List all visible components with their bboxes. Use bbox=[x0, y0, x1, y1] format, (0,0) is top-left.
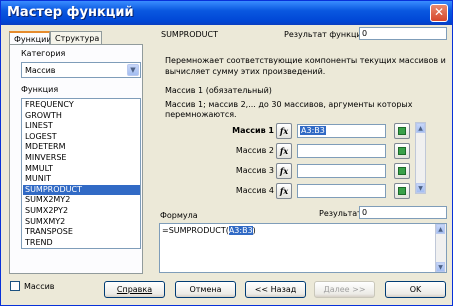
function-label: Функция bbox=[21, 85, 59, 94]
list-item[interactable]: LOGEST bbox=[23, 132, 140, 143]
arguments-scrollbar[interactable]: ▲ ▼ bbox=[415, 122, 426, 194]
list-item[interactable]: TRANSPOSE bbox=[23, 227, 140, 238]
result-label: Результат функции bbox=[284, 30, 367, 39]
list-item[interactable]: FREQUENCY bbox=[23, 100, 140, 111]
formula-text: =SUMPRODUCT(A3:B3) bbox=[162, 226, 256, 235]
list-item[interactable]: MMULT bbox=[23, 164, 140, 175]
result-value: 0 bbox=[362, 29, 368, 38]
shrink-icon[interactable] bbox=[394, 123, 410, 139]
description-line-1: Перемножает соответствующие компоненты т… bbox=[165, 56, 446, 65]
argument-desc-line-1: Массив 1; массив 2,... до 30 массивов, а… bbox=[165, 100, 413, 109]
scroll-down-icon[interactable]: ▼ bbox=[436, 262, 445, 272]
result2-label: Результат bbox=[319, 209, 362, 218]
back-button[interactable]: << Назад bbox=[245, 281, 306, 298]
formula-scrollbar[interactable]: ▲ ▼ bbox=[435, 224, 446, 272]
arg-label-3: Массив 3 bbox=[235, 166, 274, 175]
list-item[interactable]: SUMXMY2 bbox=[23, 217, 140, 228]
list-item[interactable]: LINEST bbox=[23, 121, 140, 132]
help-label: Справка bbox=[116, 285, 153, 294]
cancel-button[interactable]: Отмена bbox=[175, 281, 236, 298]
fx-icon[interactable]: fx bbox=[276, 123, 292, 139]
tab-structure[interactable]: Структура bbox=[50, 31, 102, 45]
arg-value-1: A3:B3 bbox=[300, 126, 326, 135]
list-item[interactable]: MUNIT bbox=[23, 174, 140, 185]
description-line-2: вычисляет сумму этих произведений. bbox=[165, 67, 326, 76]
arg-input-3[interactable] bbox=[297, 164, 386, 178]
title-bar[interactable]: Мастер функций ✕ bbox=[1, 1, 452, 25]
argument-title: Массив 1 (обязательный) bbox=[165, 86, 272, 95]
formula-arg: A3:B3 bbox=[228, 226, 253, 235]
list-item[interactable]: TREND bbox=[23, 238, 140, 248]
arg-input-4[interactable] bbox=[297, 184, 386, 198]
formula-editor[interactable]: =SUMPRODUCT(A3:B3) ▲ ▼ bbox=[159, 223, 447, 273]
function-wizard-dialog: Мастер функций ✕ Функции Структура Катег… bbox=[0, 0, 453, 306]
help-button[interactable]: Справка bbox=[104, 281, 165, 298]
fx-icon[interactable]: fx bbox=[276, 183, 292, 199]
shrink-icon[interactable] bbox=[394, 163, 410, 179]
close-icon[interactable]: ✕ bbox=[430, 4, 448, 22]
arg-input-2[interactable] bbox=[297, 144, 386, 158]
arg-label-4: Массив 4 bbox=[235, 186, 274, 195]
shrink-icon[interactable] bbox=[394, 183, 410, 199]
array-checkbox[interactable] bbox=[10, 281, 20, 291]
list-item[interactable]: SUMX2MY2 bbox=[23, 195, 140, 206]
category-select[interactable]: Массив ▼ bbox=[21, 62, 141, 78]
scroll-up-icon[interactable]: ▲ bbox=[416, 123, 425, 133]
shrink-icon[interactable] bbox=[394, 143, 410, 159]
list-item[interactable]: GROWTH bbox=[23, 111, 140, 122]
formula-label: Формула bbox=[160, 211, 198, 220]
list-item[interactable]: SUMX2PY2 bbox=[23, 206, 140, 217]
next-button[interactable]: Далее >> bbox=[314, 281, 375, 298]
formula-suffix: ) bbox=[252, 226, 256, 235]
function-list[interactable]: FREQUENCY GROWTH LINEST LOGEST MDETERM M… bbox=[21, 98, 141, 249]
list-item[interactable]: MDETERM bbox=[23, 142, 140, 153]
formula-prefix: =SUMPRODUCT( bbox=[162, 226, 229, 235]
scroll-up-icon[interactable]: ▲ bbox=[436, 224, 445, 234]
category-value: Массив bbox=[25, 66, 56, 75]
chevron-down-icon[interactable]: ▼ bbox=[127, 64, 139, 76]
fx-icon[interactable]: fx bbox=[276, 143, 292, 159]
list-item-selected[interactable]: SUMPRODUCT bbox=[23, 184, 140, 196]
scroll-down-icon[interactable]: ▼ bbox=[416, 183, 425, 193]
category-label: Категория bbox=[21, 49, 66, 58]
window-title: Мастер функций bbox=[7, 5, 134, 20]
ok-button[interactable]: OK bbox=[385, 281, 446, 298]
argument-desc-line-2: перемножаются. bbox=[165, 110, 237, 119]
arg-label-2: Массив 2 bbox=[235, 146, 274, 155]
arg-label-1: Массив 1 bbox=[232, 126, 274, 135]
arg-input-1[interactable]: A3:B3 bbox=[297, 124, 386, 138]
fx-icon[interactable]: fx bbox=[276, 163, 292, 179]
list-item[interactable]: MINVERSE bbox=[23, 153, 140, 164]
result-field: 0 bbox=[359, 27, 447, 40]
result2-value: 0 bbox=[362, 208, 368, 217]
array-checkbox-label: Массив bbox=[24, 282, 55, 291]
function-name: SUMPRODUCT bbox=[161, 30, 219, 39]
result2-field: 0 bbox=[359, 206, 447, 219]
